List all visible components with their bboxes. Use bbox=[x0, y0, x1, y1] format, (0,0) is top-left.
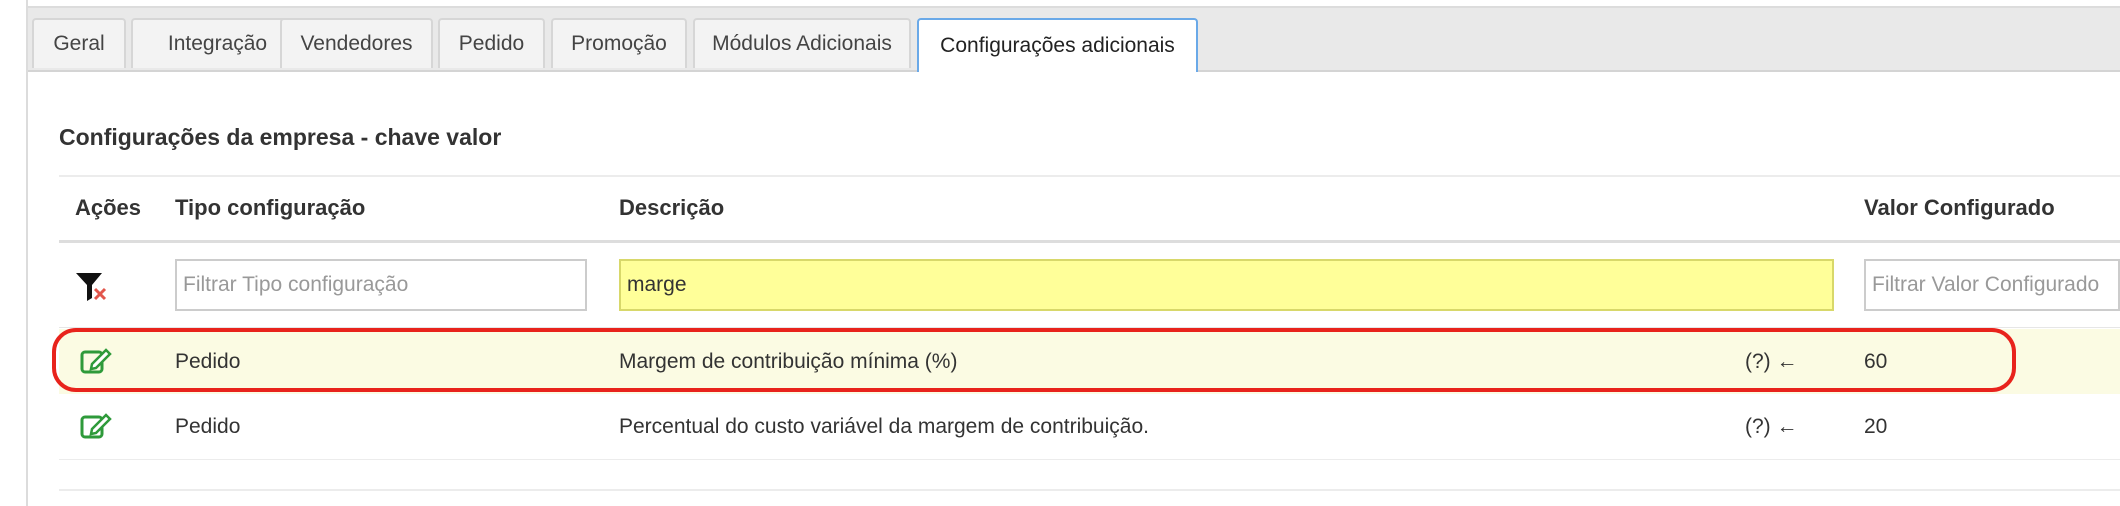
header-type[interactable]: Tipo configuração bbox=[175, 195, 365, 221]
header-value[interactable]: Valor Configurado bbox=[1864, 195, 2055, 221]
panel-left-border bbox=[26, 0, 28, 506]
tab-vendedores[interactable]: Vendedores bbox=[280, 18, 433, 68]
tab-configuracoes-adicionais[interactable]: Configurações adicionais bbox=[917, 18, 1198, 72]
tab-integracao[interactable]: Integração bbox=[131, 18, 304, 68]
section-title: Configurações da empresa - chave valor bbox=[59, 124, 502, 150]
cell-value: 20 bbox=[1864, 414, 1888, 438]
cell-type: Pedido bbox=[175, 414, 241, 438]
cell-value: 60 bbox=[1864, 349, 1888, 373]
cell-type: Pedido bbox=[175, 349, 241, 373]
filter-description-input[interactable] bbox=[619, 259, 1834, 311]
header-description[interactable]: Descrição bbox=[619, 195, 724, 221]
filter-type-input[interactable] bbox=[175, 259, 587, 311]
filter-clear-icon[interactable] bbox=[74, 270, 110, 302]
table-row: Pedido Margem de contribuição mínima (%)… bbox=[59, 329, 2120, 394]
tab-promocao[interactable]: Promoção bbox=[551, 18, 687, 68]
help-link[interactable]: (?) ← bbox=[1745, 394, 1798, 459]
filter-row-divider bbox=[59, 327, 2120, 328]
tab-pedido[interactable]: Pedido bbox=[438, 18, 545, 68]
cell-description: Margem de contribuição mínima (%) bbox=[619, 349, 958, 373]
table-top-border bbox=[59, 175, 2120, 177]
help-link[interactable]: (?) ← bbox=[1745, 329, 1798, 394]
edit-icon[interactable] bbox=[80, 411, 112, 441]
filter-value-input[interactable] bbox=[1864, 259, 2120, 311]
table-row: Pedido Percentual do custo variável da m… bbox=[59, 394, 2120, 460]
header-divider bbox=[59, 240, 2120, 243]
table-bottom-border bbox=[59, 489, 2120, 491]
tab-geral[interactable]: Geral bbox=[32, 18, 126, 68]
tab-bar: Geral Integração Vendedores Pedido Promo… bbox=[28, 8, 2120, 72]
tab-modulos-adicionais[interactable]: Módulos Adicionais bbox=[693, 18, 911, 68]
cell-description: Percentual do custo variável da margem d… bbox=[619, 414, 1149, 438]
header-actions: Ações bbox=[75, 195, 142, 220]
edit-icon[interactable] bbox=[80, 346, 112, 376]
